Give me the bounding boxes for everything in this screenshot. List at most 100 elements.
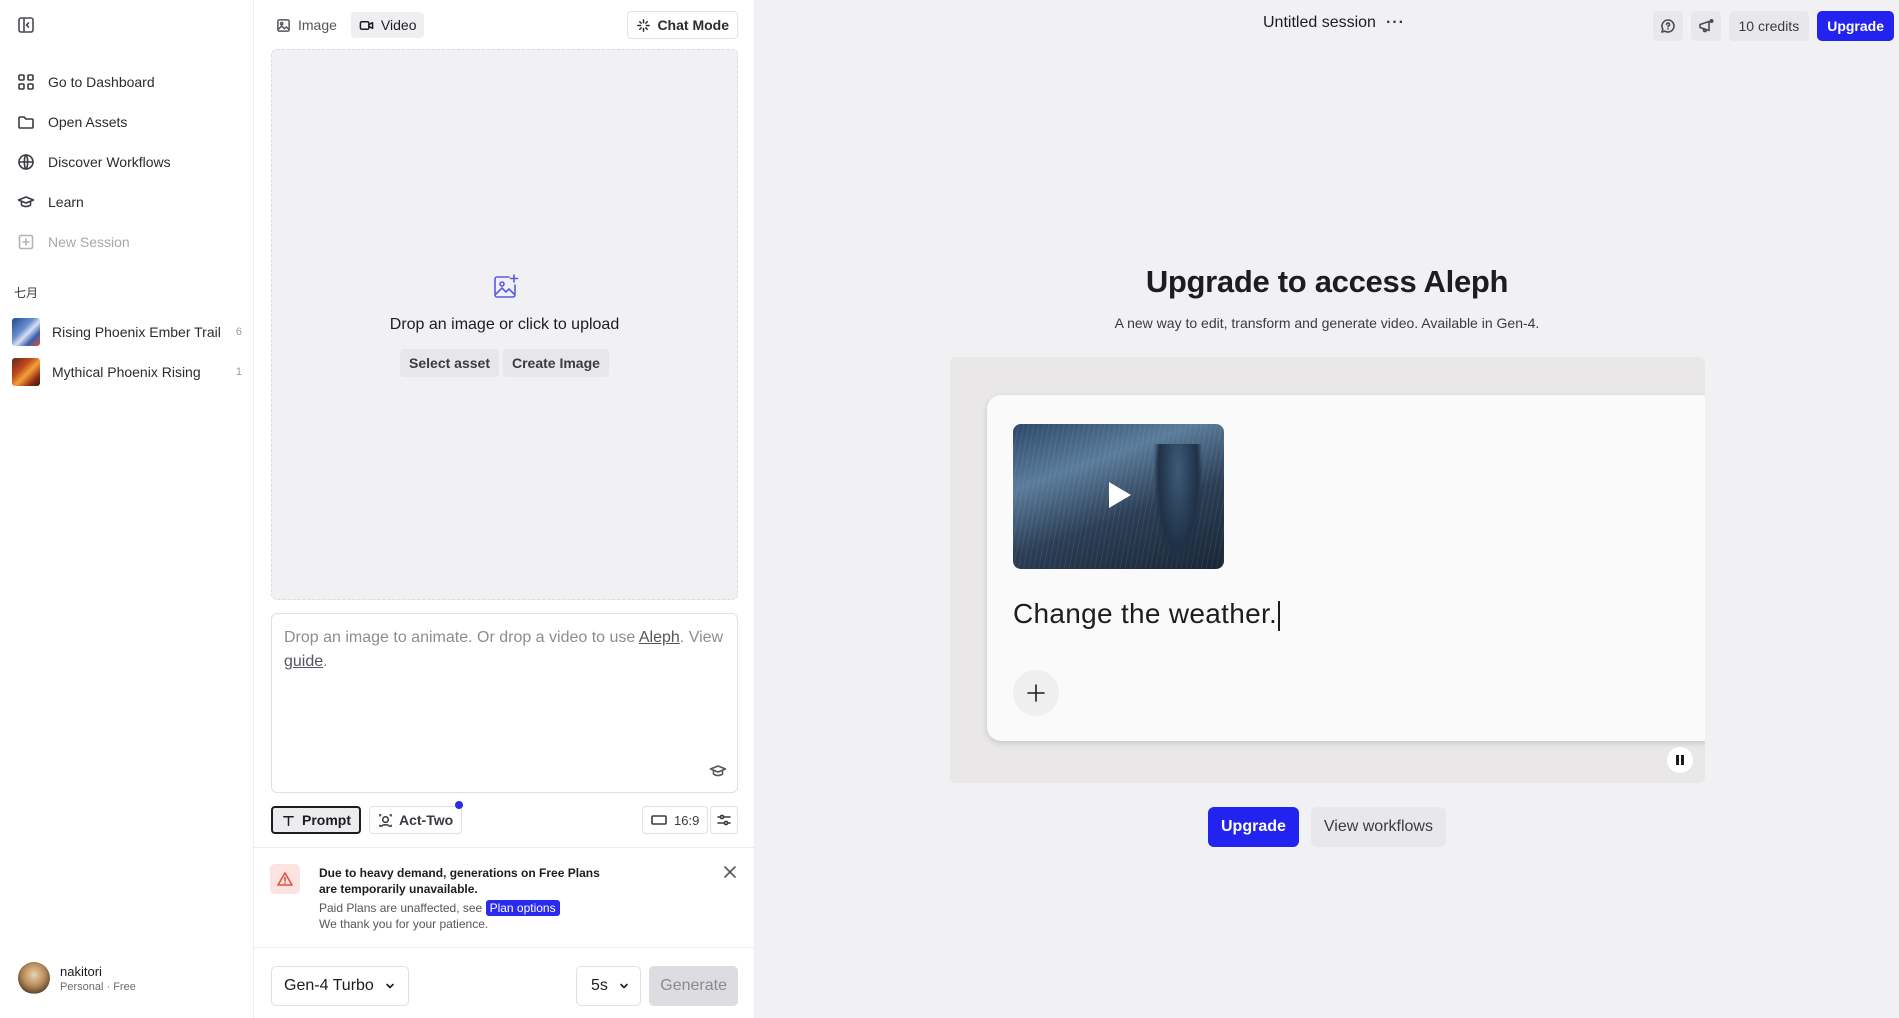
plus-icon[interactable]: [1013, 670, 1059, 716]
text-caret: [1278, 600, 1281, 631]
demand-notice: Due to heavy demand, generations on Free…: [254, 847, 754, 948]
media-tabs: Image Video: [268, 12, 425, 38]
session-item[interactable]: Rising Phoenix Ember Trail 6: [0, 312, 254, 352]
guide-link[interactable]: guide: [284, 653, 323, 670]
graduation-cap-icon: [17, 193, 35, 211]
upload-actions: Select asset Create Image: [272, 349, 737, 377]
top-toolbar: 10 credits Upgrade: [1652, 11, 1894, 41]
session-list: Rising Phoenix Ember Trail 6 Mythical Ph…: [0, 312, 254, 392]
session-title: Untitled session: [1263, 14, 1376, 31]
plan-options-link[interactable]: Plan options: [485, 900, 560, 916]
nav-item-label: Go to Dashboard: [48, 74, 155, 90]
user-menu[interactable]: nakitori Personal · Free: [18, 962, 136, 994]
select-asset-button[interactable]: Select asset: [400, 349, 499, 377]
upload-instruction: Drop an image or click to upload: [389, 316, 620, 333]
session-group-label: 七月: [14, 286, 39, 300]
nav-item-learn[interactable]: Learn: [0, 182, 254, 222]
aspect-ratio-button[interactable]: 16:9: [642, 806, 709, 834]
session-title: Mythical Phoenix Rising: [52, 364, 201, 380]
nav-item-new-session[interactable]: New Session: [0, 222, 254, 262]
cta-group: Upgrade View workflows: [755, 807, 1899, 847]
text-icon: [281, 813, 296, 828]
image-icon: [276, 18, 291, 33]
aspect-ratio-icon: [651, 814, 667, 826]
tab-image[interactable]: Image: [268, 12, 345, 38]
tab-video[interactable]: Video: [350, 12, 425, 38]
chat-mode-label: Chat Mode: [657, 17, 729, 33]
announcements-icon[interactable]: [1690, 11, 1721, 41]
prompt-mode-button[interactable]: Prompt: [271, 806, 361, 834]
pause-icon[interactable]: [1667, 747, 1693, 773]
preview-card: Change the weather.: [987, 395, 1705, 741]
nav-item-label: Open Assets: [48, 114, 128, 130]
video-thumbnail[interactable]: [1013, 424, 1224, 569]
figure-silhouette: [1153, 444, 1203, 569]
session-count: 1: [235, 366, 242, 378]
generate-footer: Gen-4 Turbo 5s Generate: [271, 966, 738, 1006]
folder-icon: [17, 113, 35, 131]
graduation-cap-icon[interactable]: [709, 762, 727, 780]
settings-sliders-icon[interactable]: [710, 806, 738, 834]
grid-icon: [17, 73, 35, 91]
close-icon[interactable]: [722, 864, 738, 880]
model-select[interactable]: Gen-4 Turbo: [271, 966, 409, 1006]
nav-item-workflows[interactable]: Discover Workflows: [0, 142, 254, 182]
prompt-text-part: .: [323, 653, 328, 670]
notice-sub-prefix: Paid Plans are unaffected, see: [319, 901, 486, 915]
play-icon: [1109, 482, 1131, 508]
feature-preview: Change the weather.: [950, 357, 1705, 783]
tab-label: Image: [298, 17, 337, 33]
prompt-text-part: Drop an image to animate. Or drop a vide…: [284, 629, 639, 646]
user-name: nakitori: [60, 963, 102, 979]
act-two-mode-button[interactable]: Act-Two: [369, 801, 464, 834]
generation-panel: Image Video Chat Mode Drop an image or c…: [254, 0, 755, 1018]
nav-item-dashboard[interactable]: Go to Dashboard: [0, 62, 254, 102]
generate-button[interactable]: Generate: [649, 966, 738, 1006]
view-workflows-button[interactable]: View workflows: [1310, 807, 1446, 847]
create-image-button[interactable]: Create Image: [503, 349, 609, 377]
nav-item-assets[interactable]: Open Assets: [0, 102, 254, 142]
new-badge-dot: [455, 801, 464, 809]
preview-prompt-text: Change the weather.: [1013, 598, 1281, 631]
duration-select[interactable]: 5s: [576, 966, 641, 1006]
act-two-icon: [378, 813, 393, 828]
globe-icon: [17, 153, 35, 171]
sidebar-toggle-icon[interactable]: [16, 15, 36, 35]
prompt-placeholder[interactable]: Drop an image to animate. Or drop a vide…: [284, 626, 724, 674]
sidebar: Go to Dashboard Open Assets Discover Wor…: [0, 0, 254, 1018]
mode-label: Act-Two: [399, 812, 454, 828]
feedback-icon[interactable]: [1652, 11, 1683, 41]
session-thumbnail: [12, 318, 40, 346]
aspect-ratio-label: 16:9: [674, 812, 700, 828]
session-thumbnail: [12, 358, 40, 386]
duration-label: 5s: [591, 977, 608, 994]
video-icon: [359, 18, 374, 33]
chevron-down-icon: [618, 980, 630, 992]
model-label: Gen-4 Turbo: [284, 977, 374, 994]
main-area: Untitled session ··· 10 credits Upgrade …: [755, 0, 1899, 1018]
notice-title: Due to heavy demand, generations on Free…: [319, 866, 600, 896]
session-count: 6: [235, 326, 242, 338]
nav-item-label: New Session: [48, 234, 130, 250]
sidebar-nav: Go to Dashboard Open Assets Discover Wor…: [0, 62, 254, 262]
image-upload-icon: [491, 272, 521, 302]
session-title-menu[interactable]: Untitled session ···: [1263, 14, 1405, 32]
chat-mode-button[interactable]: Chat Mode: [627, 11, 738, 39]
more-options-icon: ···: [1385, 14, 1405, 31]
prompt-input[interactable]: Drop an image to animate. Or drop a vide…: [271, 613, 738, 793]
prompt-text-part: . View: [679, 629, 724, 646]
sparkle-icon: [636, 18, 651, 33]
session-item[interactable]: Mythical Phoenix Rising 1: [0, 352, 254, 392]
session-title: Rising Phoenix Ember Trail: [52, 324, 221, 340]
upgrade-button-top[interactable]: Upgrade: [1817, 11, 1894, 41]
nav-item-label: Learn: [48, 194, 84, 210]
upload-dropzone[interactable]: Drop an image or click to upload Select …: [271, 49, 738, 600]
notice-subtext: Paid Plans are unaffected, see Plan opti…: [319, 900, 560, 916]
nav-item-label: Discover Workflows: [48, 154, 171, 170]
preview-prompt-value: Change the weather.: [1013, 598, 1278, 629]
credits-badge[interactable]: 10 credits: [1728, 11, 1810, 41]
aleph-link[interactable]: Aleph: [639, 629, 680, 646]
warning-icon: [270, 864, 300, 894]
upgrade-button[interactable]: Upgrade: [1208, 807, 1299, 847]
page-title: Upgrade to access Aleph: [1145, 264, 1509, 299]
